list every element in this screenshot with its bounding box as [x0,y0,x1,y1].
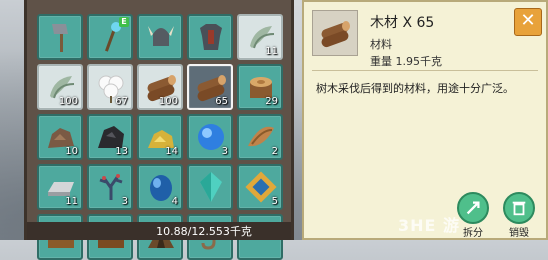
inventory-slot[interactable]: 3 [187,114,233,160]
inventory-slot[interactable]: 100 [37,64,83,110]
inventory-slot[interactable]: 100 [137,64,183,110]
diamond-icon [200,172,222,202]
carry-weight-text: 10.88/12.553千克 [156,225,252,238]
close-button[interactable]: ✕ [514,8,542,36]
chest-armor-icon [200,24,222,50]
split-icon [457,192,489,224]
carry-weight-bar: 10.88/12.553千克 [27,222,291,240]
wood-log-icon [321,21,350,48]
inventory-slot[interactable]: 10 [37,114,83,160]
inventory-slot[interactable]: 5 [237,164,283,210]
inventory-slot[interactable]: 4 [137,164,183,210]
stone-axe-icon [52,24,68,52]
equipped-badge: E [119,17,129,27]
inventory-slot[interactable]: 2 [237,114,283,160]
inventory-slot[interactable]: 11 [237,14,283,60]
watermark: 3HE 游 [398,216,461,235]
inventory-slot[interactable]: 29 [237,64,283,110]
item-description: 树木采伐后得到的材料，用途十分广泛。 [316,82,514,95]
destroy-button[interactable]: 销毁 [500,192,538,239]
inventory-slot[interactable]: 67 [87,64,133,110]
horned-helmet-icon [148,26,174,46]
inventory-slot[interactable]: 11 [37,164,83,210]
inventory-slot[interactable]: 3 [87,164,133,210]
inventory-slot[interactable] [137,14,183,60]
inventory-slot-selected[interactable]: 65 [187,64,233,110]
item-name: 木材 X 65 [370,15,435,31]
item-weight: 重量 1.95千克 [370,55,442,68]
close-icon: ✕ [520,10,536,31]
inventory-slot[interactable] [37,14,83,60]
item-type: 材料 [370,38,392,51]
trash-icon [503,192,535,224]
inventory-slot[interactable] [187,164,233,210]
divider [312,70,538,71]
inventory-slot[interactable]: 13 [87,114,133,160]
inventory-panel: E 11 100 67 100 65 29 10 13 14 3 2 11 3 … [24,0,294,260]
item-detail-icon-frame [312,10,358,56]
destroy-label: 销毁 [509,228,529,239]
inventory-slot[interactable] [187,14,233,60]
item-detail-panel: 木材 X 65 材料 重量 1.95千克 ✕ 树木采伐后得到的材料，用途十分广泛… [302,0,548,240]
inventory-slot[interactable]: E [87,14,133,60]
inventory-slot[interactable]: 14 [137,114,183,160]
